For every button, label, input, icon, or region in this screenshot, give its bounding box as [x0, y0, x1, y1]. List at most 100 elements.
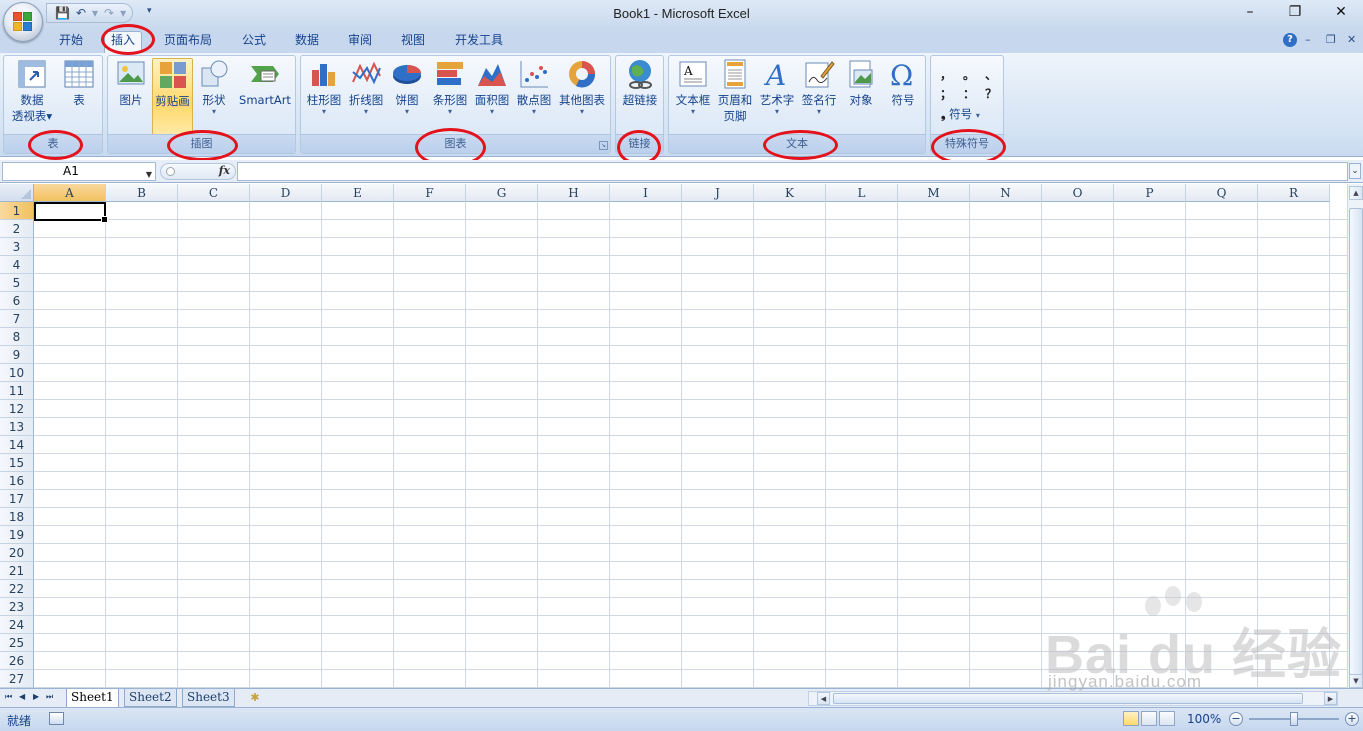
pie-chart-button[interactable]: 饼图 ▾ — [387, 58, 427, 116]
next-sheet-icon[interactable]: ▶ — [33, 692, 39, 701]
row-header-4[interactable]: 4 — [0, 256, 34, 274]
row-header-15[interactable]: 15 — [0, 454, 34, 472]
active-cell[interactable] — [34, 202, 108, 223]
column-header-p[interactable]: P — [1114, 184, 1186, 202]
sheet-tab-sheet1[interactable]: Sheet1 — [66, 689, 119, 708]
help-icon[interactable]: ? — [1283, 33, 1297, 47]
tab-formulas[interactable]: 公式 — [238, 32, 270, 52]
macro-record-icon[interactable] — [49, 712, 64, 725]
horizontal-scrollbar[interactable]: ◀ ▶ — [808, 691, 1338, 706]
zoom-in-icon[interactable]: + — [1345, 712, 1359, 726]
column-header-a[interactable]: A — [34, 184, 106, 202]
tab-review[interactable]: 审阅 — [344, 32, 376, 52]
column-header-n[interactable]: N — [970, 184, 1042, 202]
row-header-23[interactable]: 23 — [0, 598, 34, 616]
horizontal-scroll-thumb[interactable] — [833, 693, 1303, 704]
column-header-e[interactable]: E — [322, 184, 394, 202]
tab-insert[interactable]: 插入 — [104, 31, 142, 53]
sheet-tab-sheet2[interactable]: Sheet2 — [124, 689, 177, 707]
name-box-dropdown-icon[interactable]: ▼ — [146, 166, 152, 183]
column-header-g[interactable]: G — [466, 184, 538, 202]
text-box-button[interactable]: A 文本框 ▾ — [671, 58, 715, 116]
signature-line-button[interactable]: 签名行 ▾ — [798, 58, 840, 116]
symbol-button[interactable]: Ω 符号 — [883, 58, 923, 108]
scroll-right-icon[interactable]: ▶ — [1324, 692, 1337, 705]
row-header-18[interactable]: 18 — [0, 508, 34, 526]
clip-art-button[interactable]: 剪贴画 — [152, 58, 193, 135]
smartart-button[interactable]: SmartArt — [236, 58, 294, 108]
column-header-q[interactable]: Q — [1186, 184, 1258, 202]
symbol-question[interactable]: ？ — [985, 85, 997, 102]
row-header-19[interactable]: 19 — [0, 526, 34, 544]
name-box[interactable]: A1 ▼ — [2, 162, 156, 181]
header-footer-button[interactable]: 页眉和 页脚 — [715, 58, 755, 124]
row-header-7[interactable]: 7 — [0, 310, 34, 328]
symbol-semicolon[interactable]: ； — [940, 85, 952, 102]
symbol-period[interactable]: 。 — [963, 66, 975, 83]
column-header-m[interactable]: M — [898, 184, 970, 202]
pivot-table-button[interactable]: 数据 透视表▾ — [7, 58, 57, 124]
row-header-10[interactable]: 10 — [0, 364, 34, 382]
row-header-20[interactable]: 20 — [0, 544, 34, 562]
picture-button[interactable]: 图片 — [112, 58, 150, 108]
scroll-left-icon[interactable]: ◀ — [817, 692, 830, 705]
column-header-c[interactable]: C — [178, 184, 250, 202]
sheet-tab-sheet3[interactable]: Sheet3 — [182, 689, 235, 707]
minimize-button[interactable]: – — [1236, 4, 1264, 22]
row-header-2[interactable]: 2 — [0, 220, 34, 238]
row-header-6[interactable]: 6 — [0, 292, 34, 310]
zoom-out-icon[interactable]: − — [1229, 712, 1243, 726]
cancel-entry-icon[interactable] — [166, 167, 175, 176]
object-button[interactable]: 对象 — [841, 58, 881, 108]
column-header-i[interactable]: I — [610, 184, 682, 202]
column-header-b[interactable]: B — [106, 184, 178, 202]
column-header-j[interactable]: J — [682, 184, 754, 202]
row-header-3[interactable]: 3 — [0, 238, 34, 256]
bar-chart-button[interactable]: 条形图 ▾ — [429, 58, 471, 116]
tab-page-layout[interactable]: 页面布局 — [160, 32, 216, 52]
insert-function-icon[interactable]: fx — [219, 164, 230, 177]
row-header-24[interactable]: 24 — [0, 616, 34, 634]
line-chart-button[interactable]: 折线图 ▾ — [345, 58, 387, 116]
vertical-scroll-thumb[interactable] — [1349, 208, 1363, 678]
column-header-k[interactable]: K — [754, 184, 826, 202]
special-symbol-button[interactable]: ❟ 符号 ▾ — [941, 106, 980, 122]
row-header-1[interactable]: 1 — [0, 202, 34, 220]
symbol-comma[interactable]: ， — [940, 66, 952, 83]
page-layout-view-icon[interactable] — [1141, 711, 1157, 726]
first-sheet-icon[interactable]: ⏮ — [5, 692, 12, 702]
tab-developer[interactable]: 开发工具 — [450, 32, 508, 52]
tab-home[interactable]: 开始 — [55, 32, 87, 52]
table-button[interactable]: 表 — [59, 58, 99, 108]
workbook-close-button[interactable]: ✕ — [1347, 33, 1356, 46]
symbol-enum-comma[interactable]: 、 — [985, 66, 997, 83]
close-button[interactable]: ✕ — [1327, 4, 1355, 22]
vertical-scrollbar[interactable]: ▲ ▼ — [1347, 184, 1363, 688]
symbol-colon[interactable]: ： — [963, 85, 975, 102]
shapes-button[interactable]: 形状 ▾ — [196, 58, 232, 116]
restore-button[interactable]: ❐ — [1281, 4, 1309, 22]
row-header-8[interactable]: 8 — [0, 328, 34, 346]
zoom-level[interactable]: 100% — [1187, 712, 1221, 726]
scroll-up-icon[interactable]: ▲ — [1349, 186, 1363, 200]
row-header-11[interactable]: 11 — [0, 382, 34, 400]
row-header-17[interactable]: 17 — [0, 490, 34, 508]
scatter-chart-button[interactable]: 散点图 ▾ — [513, 58, 555, 116]
office-button[interactable] — [3, 2, 43, 42]
row-header-25[interactable]: 25 — [0, 634, 34, 652]
hyperlink-button[interactable]: 超链接 — [619, 58, 661, 108]
column-header-o[interactable]: O — [1042, 184, 1114, 202]
zoom-slider-thumb[interactable] — [1290, 712, 1298, 726]
page-break-view-icon[interactable] — [1159, 711, 1175, 726]
column-header-l[interactable]: L — [826, 184, 898, 202]
last-sheet-icon[interactable]: ⏭ — [46, 692, 53, 702]
row-header-22[interactable]: 22 — [0, 580, 34, 598]
row-header-14[interactable]: 14 — [0, 436, 34, 454]
column-header-r[interactable]: R — [1258, 184, 1330, 202]
tab-data[interactable]: 数据 — [291, 32, 323, 52]
workbook-minimize-button[interactable]: – — [1305, 33, 1311, 46]
row-header-13[interactable]: 13 — [0, 418, 34, 436]
row-header-5[interactable]: 5 — [0, 274, 34, 292]
column-header-h[interactable]: H — [538, 184, 610, 202]
column-chart-button[interactable]: 柱形图 ▾ — [303, 58, 345, 116]
